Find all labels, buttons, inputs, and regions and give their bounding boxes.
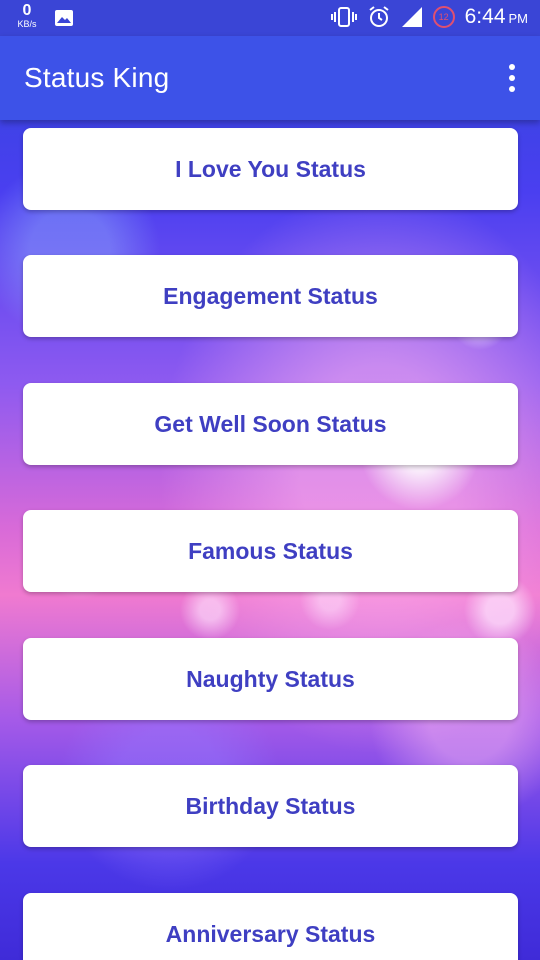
network-speed-unit: KB/s bbox=[17, 19, 37, 29]
alarm-icon bbox=[369, 6, 389, 27]
more-dot bbox=[509, 86, 515, 92]
category-card-i-love-you[interactable]: I Love You Status bbox=[23, 128, 518, 210]
network-speed-indicator: 0 KB/s bbox=[14, 3, 40, 29]
app-title: Status King bbox=[24, 62, 170, 93]
status-clock: 6:44 PM bbox=[465, 5, 528, 29]
category-card-famous[interactable]: Famous Status bbox=[23, 510, 518, 592]
clock-time: 6:44 bbox=[464, 5, 506, 28]
image-notification-icon bbox=[55, 10, 73, 26]
more-dot bbox=[509, 64, 515, 70]
status-bar: 0 KB/s 12 6:44 PM bbox=[0, 0, 540, 36]
category-card-engagement[interactable]: Engagement Status bbox=[23, 255, 518, 337]
clock-ampm: PM bbox=[508, 11, 529, 26]
category-card-naughty[interactable]: Naughty Status bbox=[23, 638, 518, 720]
category-card-anniversary[interactable]: Anniversary Status bbox=[23, 893, 518, 960]
notification-badge: 12 bbox=[432, 6, 455, 28]
network-speed-value: 0 bbox=[22, 2, 32, 19]
signal-icon bbox=[401, 7, 422, 27]
category-list[interactable]: I Love You Status Engagement Status Get … bbox=[0, 120, 540, 960]
vibrate-icon bbox=[330, 7, 357, 27]
category-card-get-well-soon[interactable]: Get Well Soon Status bbox=[23, 383, 518, 465]
more-options-icon[interactable] bbox=[504, 64, 520, 92]
app-bar: Status King bbox=[0, 36, 540, 120]
more-dot bbox=[509, 75, 515, 81]
category-card-birthday[interactable]: Birthday Status bbox=[23, 765, 518, 847]
